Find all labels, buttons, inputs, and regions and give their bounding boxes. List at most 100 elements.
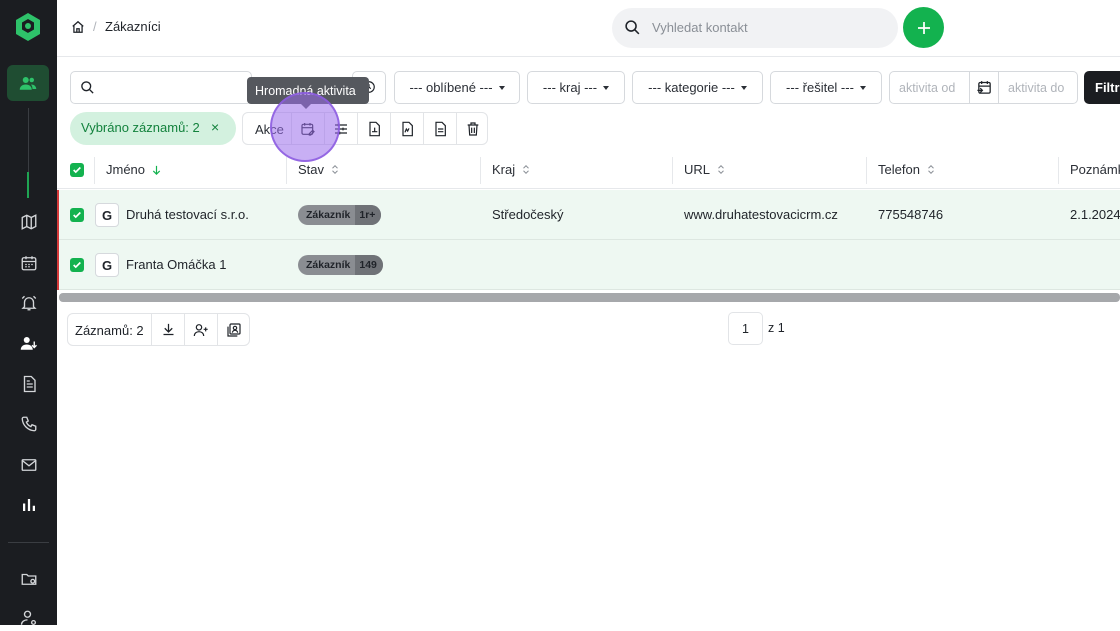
mail-icon bbox=[21, 459, 37, 471]
column-header-phone[interactable]: Telefon bbox=[878, 162, 936, 177]
export-document-button[interactable] bbox=[423, 113, 456, 144]
clear-selection-button[interactable]: × bbox=[211, 119, 219, 135]
folder-settings-icon bbox=[21, 573, 37, 585]
selected-records-pill: Vybráno záznamů: 2 × bbox=[70, 112, 236, 145]
add-contact-button[interactable] bbox=[903, 7, 944, 48]
assignee-dropdown-label: --- řešitel --- bbox=[786, 80, 854, 95]
search-input-placeholder[interactable]: Vyhledat kontakt bbox=[652, 20, 748, 35]
column-divider bbox=[94, 157, 95, 184]
row-url[interactable]: www.druhatestovacicrm.cz bbox=[684, 207, 838, 222]
activity-to-input[interactable]: aktivita do bbox=[1008, 81, 1064, 95]
user-plus-icon bbox=[193, 323, 208, 336]
row-checkbox[interactable] bbox=[70, 258, 84, 272]
sidebar-item-email[interactable] bbox=[16, 452, 42, 478]
column-header-note[interactable]: Poznámka bbox=[1070, 162, 1120, 177]
sidebar bbox=[0, 0, 57, 626]
calendar-edit-icon bbox=[301, 122, 315, 136]
select-all-checkbox[interactable] bbox=[70, 163, 84, 177]
date-range-icon[interactable] bbox=[969, 72, 999, 103]
record-count: Záznamů: 2 bbox=[75, 323, 144, 338]
sort-both-icon bbox=[523, 165, 529, 174]
activity-from-input[interactable]: aktivita od bbox=[899, 81, 955, 95]
export-pdf-button[interactable] bbox=[357, 113, 390, 144]
table-header: Jméno Stav Kraj URL Telefon Poznámka bbox=[57, 152, 1120, 189]
google-icon[interactable]: G bbox=[95, 203, 119, 227]
filter-submit-button[interactable]: Filtr bbox=[1084, 71, 1120, 104]
row-name[interactable]: Druhá testovací s.r.o. bbox=[126, 207, 249, 222]
table-search-input[interactable] bbox=[70, 71, 252, 104]
top-bar: / Zákazníci Vyhledat kontakt bbox=[57, 0, 1120, 57]
user-settings-icon bbox=[20, 610, 37, 626]
chevron-down-icon bbox=[603, 85, 610, 90]
status-label: Zákazník bbox=[306, 209, 351, 221]
column-header-region[interactable]: Kraj bbox=[492, 162, 531, 177]
delete-selected-button[interactable] bbox=[456, 113, 489, 144]
plus-icon bbox=[917, 21, 930, 34]
download-button[interactable] bbox=[151, 314, 184, 345]
table-row[interactable]: G Franta Omáčka 1 Zákazník 149 bbox=[57, 240, 1120, 290]
sidebar-item-documents[interactable] bbox=[16, 371, 42, 397]
column-header-name[interactable]: Jméno bbox=[106, 162, 162, 177]
search-icon bbox=[80, 80, 95, 95]
google-icon[interactable]: G bbox=[95, 253, 119, 277]
bar-chart-icon bbox=[23, 499, 35, 511]
category-dropdown[interactable]: --- kategorie --- bbox=[632, 71, 763, 104]
chevron-down-icon bbox=[740, 85, 747, 90]
assignee-dropdown[interactable]: --- řešitel --- bbox=[770, 71, 882, 104]
status-badge: Zákazník 149 bbox=[298, 255, 383, 275]
horizontal-scrollbar[interactable] bbox=[59, 293, 1120, 302]
export-file-button[interactable] bbox=[390, 113, 423, 144]
sidebar-item-folder-settings[interactable] bbox=[16, 566, 42, 592]
page-number-input[interactable]: 1 bbox=[728, 312, 763, 345]
column-note-label: Poznámka bbox=[1070, 162, 1120, 177]
user-assign-icon bbox=[20, 337, 37, 350]
home-icon[interactable] bbox=[71, 20, 85, 34]
sidebar-item-contacts[interactable] bbox=[7, 65, 49, 101]
column-divider bbox=[1058, 157, 1059, 184]
row-note: 2.1.2024 bbox=[1070, 207, 1120, 222]
table-row[interactable]: G Druhá testovací s.r.o. Zákazník 1r+ St… bbox=[57, 190, 1120, 240]
status-count: 149 bbox=[355, 255, 383, 275]
sidebar-item-user-settings[interactable] bbox=[16, 605, 42, 631]
row-phone[interactable]: 775548746 bbox=[878, 207, 943, 222]
column-region-label: Kraj bbox=[492, 162, 516, 177]
add-user-button[interactable] bbox=[184, 314, 217, 345]
row-marker bbox=[57, 190, 59, 240]
sidebar-item-user-assign[interactable] bbox=[16, 330, 42, 356]
favorites-dropdown[interactable]: --- oblíbené --- bbox=[394, 71, 520, 104]
table-footer-tools: Záznamů: 2 bbox=[67, 313, 250, 346]
file-sign-icon bbox=[402, 121, 413, 136]
region-dropdown-label: --- kraj --- bbox=[542, 80, 598, 95]
sidebar-item-reports[interactable] bbox=[16, 492, 42, 518]
status-count: 1r+ bbox=[355, 205, 382, 225]
favorites-dropdown-label: --- oblíbené --- bbox=[409, 80, 493, 95]
row-marker bbox=[57, 240, 59, 290]
bulk-actions-group: Akce bbox=[242, 112, 488, 145]
app-logo-icon[interactable] bbox=[14, 12, 42, 42]
calendar-icon bbox=[21, 256, 37, 271]
column-phone-label: Telefon bbox=[878, 162, 920, 177]
column-header-status[interactable]: Stav bbox=[298, 162, 340, 177]
row-name[interactable]: Franta Omáčka 1 bbox=[126, 257, 226, 272]
check-icon bbox=[73, 261, 81, 269]
activity-date-range[interactable]: aktivita od aktivita do bbox=[889, 71, 1078, 104]
sidebar-item-reminders[interactable] bbox=[16, 290, 42, 316]
bulk-settings-button[interactable] bbox=[324, 113, 357, 144]
row-checkbox[interactable] bbox=[70, 208, 84, 222]
sidebar-item-calls[interactable] bbox=[16, 411, 42, 437]
column-header-url[interactable]: URL bbox=[684, 162, 726, 177]
sidebar-item-calendar[interactable] bbox=[16, 250, 42, 276]
sort-down-icon bbox=[152, 165, 161, 175]
sidebar-item-map[interactable] bbox=[16, 209, 42, 235]
chevron-down-icon bbox=[859, 85, 866, 90]
contact-search[interactable]: Vyhledat kontakt bbox=[612, 8, 898, 48]
column-divider bbox=[866, 157, 867, 184]
contact-cards-button[interactable] bbox=[217, 314, 250, 345]
region-dropdown[interactable]: --- kraj --- bbox=[527, 71, 625, 104]
document-icon bbox=[23, 375, 36, 393]
bulk-activity-button[interactable] bbox=[291, 113, 324, 144]
column-divider bbox=[672, 157, 673, 184]
column-url-label: URL bbox=[684, 162, 711, 177]
actions-label: Akce bbox=[255, 122, 284, 137]
contact-card-icon bbox=[227, 322, 241, 337]
